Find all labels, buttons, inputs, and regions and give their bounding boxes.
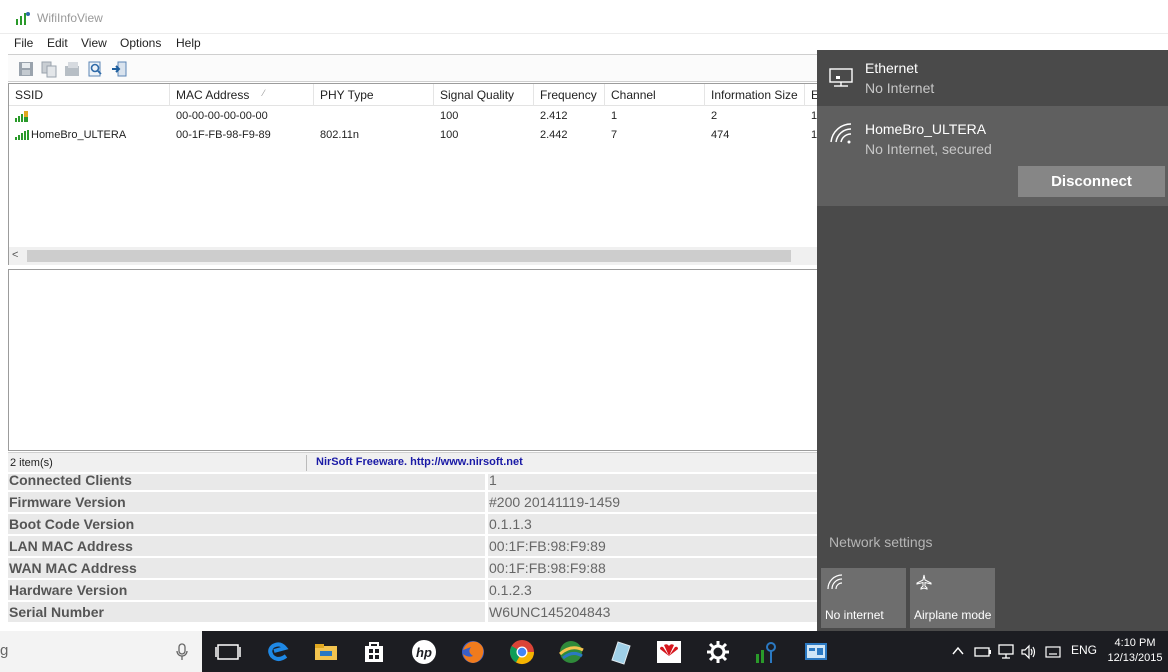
no-internet-tile[interactable]: No internet	[821, 568, 906, 628]
menu-help[interactable]: Help	[176, 36, 201, 50]
column-header[interactable]: Frequency	[540, 88, 597, 102]
disconnect-button[interactable]: Disconnect	[1018, 166, 1165, 197]
signal-bars-icon	[15, 130, 29, 140]
notes-app-icon[interactable]	[606, 638, 634, 666]
wifi-tile-icon	[827, 574, 843, 590]
tile-label: No internet	[825, 608, 884, 622]
wifiinfoview-taskbar-icon[interactable]	[753, 638, 781, 666]
column-header[interactable]: Information Size	[711, 88, 798, 102]
tile-label: Airplane mode	[914, 608, 992, 622]
clock-time: 4:10 PM	[1114, 637, 1156, 649]
router-row: Serial Number W6UNC145204843	[8, 602, 818, 622]
menu-options[interactable]: Options	[120, 36, 161, 50]
network-settings-link[interactable]: Network settings	[829, 534, 932, 550]
internet-download-manager-icon[interactable]	[557, 638, 585, 666]
control-panel-icon[interactable]	[802, 638, 830, 666]
window-title: WifiInfoView	[37, 11, 103, 25]
toolbar	[8, 54, 818, 82]
item-count: 2 item(s)	[10, 457, 53, 469]
wifi-name: HomeBro_ULTERA	[865, 121, 987, 137]
column-header[interactable]: Signal Quality	[440, 88, 514, 102]
system-clock[interactable]: 4:10 PM 12/13/2015	[1104, 636, 1166, 666]
edge-icon[interactable]	[264, 638, 292, 666]
copy-icon[interactable]	[40, 60, 58, 78]
menu-edit[interactable]: Edit	[47, 36, 68, 50]
wifiinfoview-window: File Edit View Options Help SSID MAC Add…	[0, 0, 819, 474]
exit-icon[interactable]	[110, 60, 128, 78]
airplane-mode-tile[interactable]: Airplane mode	[910, 568, 995, 628]
show-hidden-icons-icon[interactable]	[952, 646, 964, 656]
router-row: Hardware Version 0.1.2.3	[8, 580, 818, 600]
wifiinfoview-app-icon	[16, 12, 30, 25]
horizontal-scrollbar[interactable]: <	[9, 247, 817, 265]
store-icon[interactable]	[360, 638, 388, 666]
properties-icon[interactable]	[63, 60, 81, 78]
scrollbar-thumb[interactable]	[27, 250, 791, 262]
keyboard-icon[interactable]	[1045, 644, 1061, 660]
ethernet-icon	[829, 68, 853, 87]
nirsoft-link[interactable]: NirSoft Freeware. http://www.nirsoft.net	[316, 456, 523, 468]
ethernet-status: No Internet	[865, 80, 935, 96]
column-header[interactable]: Channel	[611, 88, 656, 102]
details-pane[interactable]	[8, 269, 818, 451]
screen: Connected Clients 1 Firmware Version #200 …	[0, 0, 1168, 672]
scroll-left-icon[interactable]: <	[12, 249, 18, 261]
ethernet-name: Ethernet	[865, 60, 918, 76]
search-text: g	[0, 642, 9, 659]
find-icon[interactable]	[86, 60, 104, 78]
list-header: SSID MAC Address ⁄ PHY Type Signal Quali…	[9, 84, 819, 106]
svg-text:hp: hp	[416, 645, 432, 660]
table-row[interactable]: 00-00-00-00-00-00 100 2.412 1 2 1	[9, 107, 817, 126]
status-bar: 2 item(s) NirSoft Freeware. http://www.n…	[8, 452, 818, 472]
network-tray-icon[interactable]	[998, 644, 1016, 660]
column-header[interactable]: MAC Address	[176, 88, 249, 102]
network-flyout: Ethernet No Internet HomeBro_ULTERA No I…	[817, 50, 1168, 631]
menu-view[interactable]: View	[81, 36, 107, 50]
hp-icon[interactable]: hp	[410, 638, 438, 666]
huawei-icon[interactable]	[655, 638, 683, 666]
router-row: Boot Code Version 0.1.1.3	[8, 514, 818, 534]
column-header[interactable]: SSID	[15, 88, 43, 102]
settings-gear-icon[interactable]	[704, 638, 732, 666]
title-bar: WifiInfoView	[0, 0, 1168, 34]
search-box[interactable]: g	[0, 631, 202, 672]
router-row: Firmware Version #200 20141119-1459	[8, 492, 818, 512]
battery-icon[interactable]	[974, 646, 992, 658]
file-explorer-icon[interactable]	[312, 638, 340, 666]
airplane-icon	[916, 574, 932, 590]
menu-file[interactable]: File	[14, 36, 33, 50]
router-row: WAN MAC Address 00:1F:FB:98:F9:88	[8, 558, 818, 578]
menu-bar: File Edit View Options Help	[0, 34, 818, 54]
wifi-limited-icon	[830, 123, 852, 144]
wifi-status: No Internet, secured	[865, 141, 992, 157]
router-row: LAN MAC Address 00:1F:FB:98:F9:89	[8, 536, 818, 556]
input-language[interactable]: ENG	[1071, 643, 1097, 657]
save-icon[interactable]	[17, 60, 35, 78]
column-header[interactable]: PHY Type	[320, 88, 374, 102]
firefox-icon[interactable]	[459, 638, 487, 666]
microphone-icon[interactable]	[176, 643, 188, 661]
networks-list[interactable]: SSID MAC Address ⁄ PHY Type Signal Quali…	[8, 83, 819, 265]
taskbar: g hp ENG 4:10 PM 12/13/2015	[0, 631, 1168, 672]
ethernet-connection[interactable]: Ethernet No Internet	[817, 50, 1168, 104]
table-row[interactable]: HomeBro_ULTERA 00-1F-FB-98-F9-89 802.11n…	[9, 126, 817, 145]
volume-icon[interactable]	[1020, 644, 1038, 660]
signal-locked-icon	[15, 111, 28, 122]
clock-date: 12/13/2015	[1107, 652, 1163, 664]
sort-arrow-icon: ⁄	[263, 88, 265, 98]
task-view-icon[interactable]	[214, 638, 242, 666]
chrome-icon[interactable]	[508, 638, 536, 666]
